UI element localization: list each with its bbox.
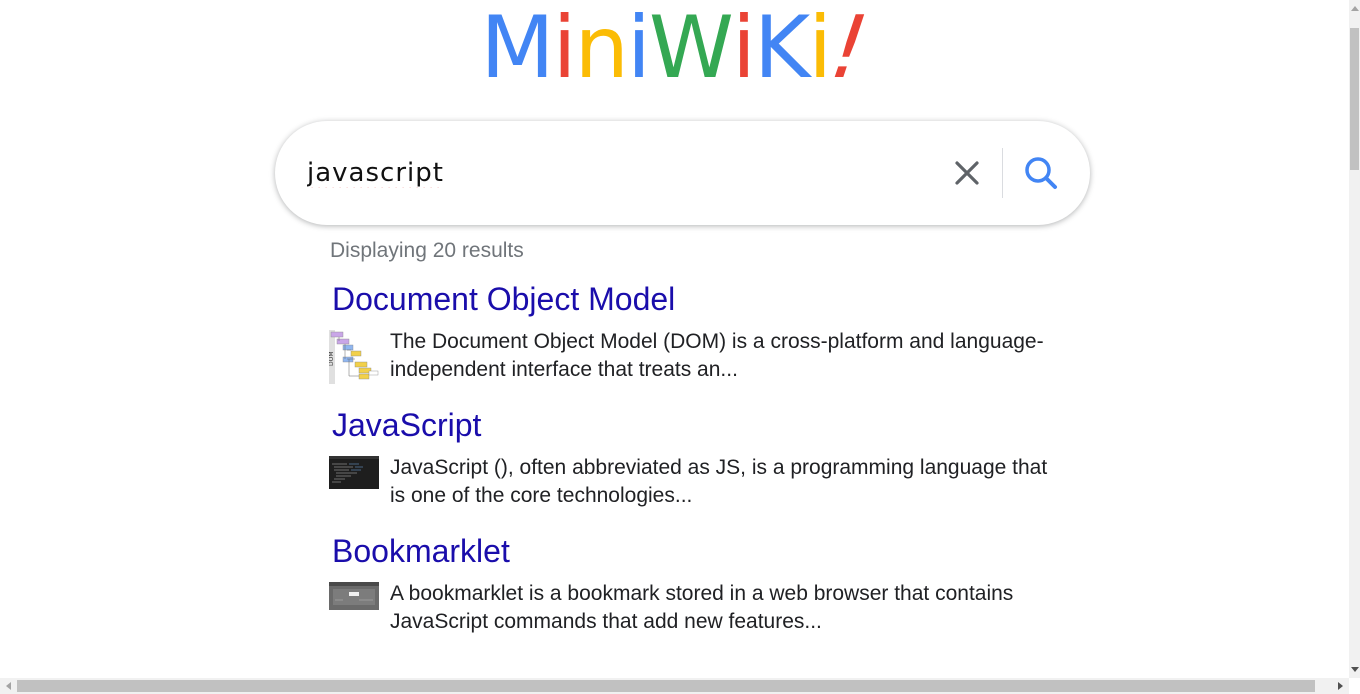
logo-letter: i [731, 0, 756, 98]
scroll-right-arrow-icon[interactable] [1333, 678, 1349, 694]
logo-letter: i [552, 0, 577, 98]
result-snippet: A bookmarklet is a bookmark stored in a … [390, 582, 1014, 633]
results-count: Displaying 20 results [330, 239, 524, 262]
logo-letter: K [753, 0, 810, 98]
logo-letter: i [626, 0, 651, 98]
result-item: Document Object Model DOM The Document O… [329, 280, 1049, 384]
search-button[interactable] [1019, 151, 1063, 195]
result-body: A bookmarklet is a bookmark stored in a … [329, 580, 1049, 636]
search-bar [275, 121, 1090, 225]
scroll-up-arrow-icon[interactable] [1347, 0, 1360, 16]
result-thumbnail[interactable]: DOM [329, 330, 379, 384]
result-body: DOM The Document Object Model (DOM) is a… [329, 328, 1049, 384]
horizontal-scrollbar[interactable] [0, 678, 1349, 694]
clear-search-button[interactable] [947, 153, 987, 193]
result-title-link[interactable]: Bookmarklet [332, 532, 1049, 570]
site-logo[interactable]: MiniWiKi! [0, 0, 1345, 98]
svg-text:DOM: DOM [329, 351, 335, 366]
page: MiniWiKi! Displaying 20 results Document… [0, 0, 1345, 678]
search-input[interactable] [307, 151, 907, 195]
scroll-left-arrow-icon[interactable] [0, 678, 16, 694]
result-title-link[interactable]: JavaScript [332, 406, 1049, 444]
logo-letter: M [480, 0, 554, 98]
result-title-link[interactable]: Document Object Model [332, 280, 1049, 318]
horizontal-scrollbar-thumb[interactable] [17, 680, 1315, 692]
result-item: JavaScript JavaScript (), often abbrevia… [329, 406, 1049, 510]
scroll-down-arrow-icon[interactable] [1347, 662, 1360, 678]
close-icon [955, 161, 979, 185]
logo-letter: ! [825, 0, 872, 98]
result-body: JavaScript (), often abbreviated as JS, … [329, 454, 1049, 510]
result-thumbnail[interactable] [329, 582, 379, 610]
result-snippet: JavaScript (), often abbreviated as JS, … [390, 456, 1048, 507]
vertical-scrollbar[interactable] [1349, 0, 1360, 678]
logo-letter: n [574, 0, 628, 98]
logo-letter: W [648, 0, 734, 98]
vertical-scrollbar-thumb[interactable] [1350, 28, 1359, 170]
result-item: Bookmarklet A bookmarklet is a bookmark … [329, 532, 1049, 636]
result-snippet: The Document Object Model (DOM) is a cro… [390, 330, 1044, 381]
search-divider [1002, 148, 1003, 198]
search-icon [1025, 157, 1057, 189]
result-thumbnail[interactable] [329, 456, 379, 489]
results-list: Displaying 20 results Document Object Mo… [329, 236, 1049, 658]
